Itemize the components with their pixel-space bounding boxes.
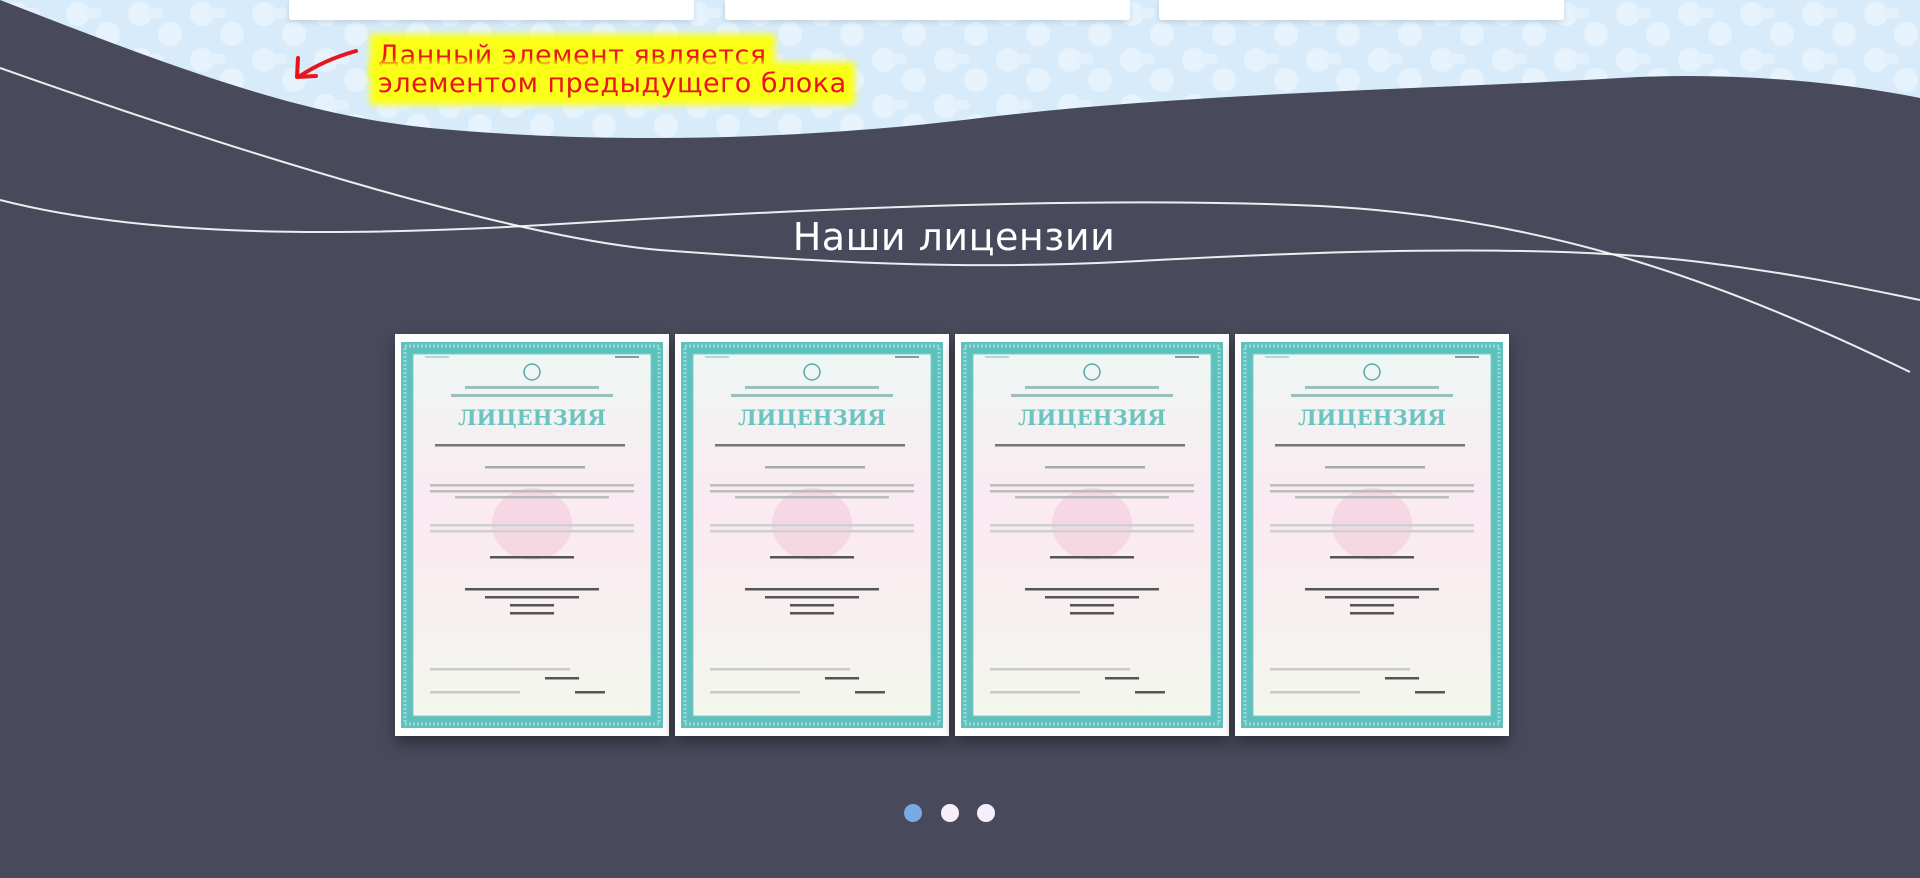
license-text-line: [510, 604, 554, 607]
license-text-line: [710, 530, 914, 533]
license-text-line: [1330, 556, 1414, 559]
license-text-line: [490, 556, 574, 559]
pagination-dot[interactable]: [904, 804, 922, 822]
license-text-line: [1015, 496, 1169, 499]
license-text-line: [765, 466, 865, 469]
license-text-line: [710, 668, 850, 671]
license-text-line: [1295, 496, 1449, 499]
license-text-line: [1105, 677, 1139, 680]
license-text-line: [765, 596, 859, 599]
licenses-slider: ЛИЦЕНЗИЯ ЛИЦЕНЗИЯ ЛИЦЕНЗИЯ ЛИЦЕНЗИЯ: [395, 334, 1510, 736]
annotation-line-1: Данный элемент является: [376, 40, 769, 71]
license-text-line: [1325, 466, 1425, 469]
license-text-line: [990, 484, 1194, 487]
license-heading: ЛИЦЕНЗИЯ: [738, 405, 886, 430]
license-text-line: [990, 490, 1194, 493]
license-text-line: [545, 677, 579, 680]
pagination-dot[interactable]: [977, 804, 995, 822]
license-text-line: [1385, 677, 1419, 680]
license-heading: ЛИЦЕНЗИЯ: [1018, 405, 1166, 430]
license-text-line: [855, 691, 885, 694]
license-text-line: [990, 668, 1130, 671]
license-text-line: [1050, 556, 1134, 559]
license-text-line: [1305, 588, 1439, 591]
license-text-line: [1350, 604, 1394, 607]
license-text-line: [710, 524, 914, 527]
license-text-line: [1070, 604, 1114, 607]
license-text-line: [1045, 466, 1145, 469]
license-text-line: [825, 677, 859, 680]
license-text-line: [1270, 490, 1474, 493]
license-document-image: ЛИЦЕНЗИЯ: [401, 342, 663, 728]
license-text-line: [790, 612, 834, 615]
previous-block-card: [725, 0, 1130, 20]
license-text-line: [995, 444, 1185, 447]
annotation-line-2: элементом предыдущего блока: [376, 68, 849, 99]
license-text-line: [790, 604, 834, 607]
license-text-line: [710, 691, 800, 694]
license-text-line: [430, 484, 634, 487]
arrow-icon: [295, 49, 358, 79]
license-text-line: [770, 556, 854, 559]
license-text-line: [1270, 691, 1360, 694]
license-heading: ЛИЦЕНЗИЯ: [458, 405, 606, 430]
license-text-line: [1415, 691, 1445, 694]
license-text-line: [735, 496, 889, 499]
license-text-line: [430, 530, 634, 533]
license-text-line: [990, 691, 1080, 694]
license-text-line: [575, 691, 605, 694]
license-text-line: [745, 588, 879, 591]
license-text-line: [485, 466, 585, 469]
license-text-line: [710, 490, 914, 493]
license-card[interactable]: ЛИЦЕНЗИЯ: [1235, 334, 1509, 736]
pagination-dot[interactable]: [941, 804, 959, 822]
license-text-line: [465, 588, 599, 591]
license-text-line: [990, 530, 1194, 533]
license-text-line: [1070, 612, 1114, 615]
section-title: Наши лицензии: [792, 215, 1116, 259]
license-text-line: [990, 524, 1194, 527]
license-document-image: ЛИЦЕНЗИЯ: [681, 342, 943, 728]
license-text-line: [510, 612, 554, 615]
license-text-line: [1025, 588, 1159, 591]
license-text-line: [1275, 444, 1465, 447]
license-document-image: ЛИЦЕНЗИЯ: [1241, 342, 1503, 728]
license-text-line: [485, 596, 579, 599]
license-text-line: [1270, 524, 1474, 527]
license-text-line: [1270, 668, 1410, 671]
license-text-line: [1325, 596, 1419, 599]
license-text-line: [1045, 596, 1139, 599]
license-text-line: [435, 444, 625, 447]
license-text-line: [430, 691, 520, 694]
annotation-note: Данный элемент является элементом предыд…: [376, 40, 849, 99]
license-heading: ЛИЦЕНЗИЯ: [1298, 405, 1446, 430]
license-text-line: [710, 484, 914, 487]
license-card[interactable]: ЛИЦЕНЗИЯ: [395, 334, 669, 736]
license-text-line: [1350, 612, 1394, 615]
license-document-image: ЛИЦЕНЗИЯ: [961, 342, 1223, 728]
license-text-line: [1135, 691, 1165, 694]
license-text-line: [430, 490, 634, 493]
license-card[interactable]: ЛИЦЕНЗИЯ: [675, 334, 949, 736]
license-text-line: [455, 496, 609, 499]
license-text-line: [1270, 484, 1474, 487]
previous-block-card: [1159, 0, 1564, 20]
license-card[interactable]: ЛИЦЕНЗИЯ: [955, 334, 1229, 736]
license-text-line: [430, 524, 634, 527]
license-text-line: [430, 668, 570, 671]
license-text-line: [1270, 530, 1474, 533]
previous-block-card: [289, 0, 694, 20]
license-text-line: [715, 444, 905, 447]
